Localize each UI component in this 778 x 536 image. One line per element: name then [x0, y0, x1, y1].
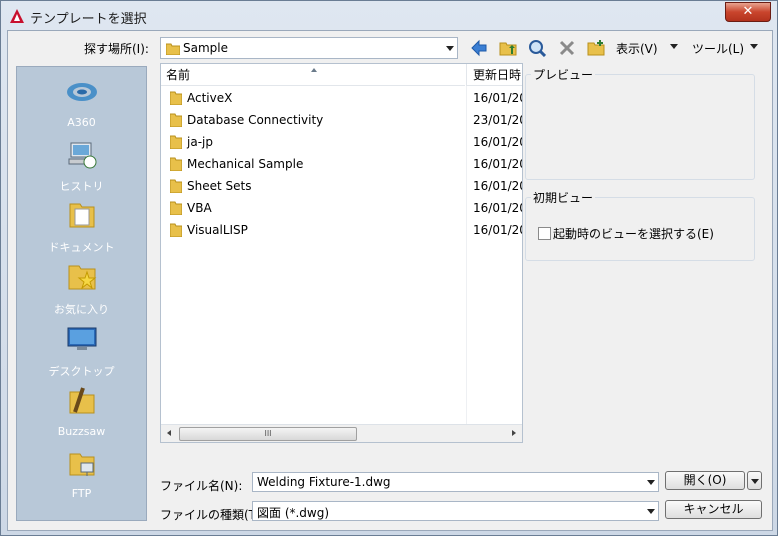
place-label: デスクトップ	[48, 365, 115, 378]
file-date: 16/01/20	[473, 135, 523, 149]
file-name: ActiveX	[187, 91, 233, 105]
preview-group	[525, 74, 755, 180]
file-row[interactable]: Sheet Sets 16/01/20	[161, 175, 522, 197]
file-date: 23/01/20	[473, 113, 523, 127]
look-in-label: 探す場所(I):	[84, 42, 149, 56]
a360-icon	[66, 83, 97, 101]
desktop-icon	[67, 327, 96, 350]
file-row[interactable]: Mechanical Sample 16/01/20	[161, 153, 522, 175]
chevron-down-icon	[751, 479, 759, 484]
look-in-value: Sample	[183, 41, 228, 55]
place-desktop[interactable]: デスクトップ	[17, 322, 146, 379]
sort-ascending-icon	[311, 68, 317, 72]
template-select-dialog: テンプレートを選択 ✕ 探す場所(I): Sample 表示(V) ツール(L)…	[0, 0, 778, 536]
file-date: 16/01/20	[473, 201, 523, 215]
scroll-right-icon[interactable]	[512, 430, 516, 436]
file-date: 16/01/20	[473, 179, 523, 193]
folder-icon	[170, 179, 182, 193]
ftp-icon	[69, 453, 94, 476]
folder-icon	[170, 223, 182, 237]
place-label: ドキュメント	[48, 241, 115, 254]
history-icon	[68, 142, 96, 169]
file-name: VisualLISP	[187, 223, 248, 237]
file-row[interactable]: ActiveX 16/01/20	[161, 87, 522, 109]
file-name: Mechanical Sample	[187, 157, 304, 171]
place-ftp[interactable]: FTP	[17, 446, 146, 500]
file-name: VBA	[187, 201, 212, 215]
initial-view-label: 初期ビュー	[531, 189, 596, 206]
preview-label: プレビュー	[531, 66, 596, 83]
file-date: 16/01/20	[473, 157, 523, 171]
folder-icon	[166, 43, 180, 55]
select-initial-view-label[interactable]: 起動時のビューを選択する(E)	[553, 225, 714, 242]
folder-icon	[170, 113, 182, 127]
up-folder-icon[interactable]	[499, 39, 517, 57]
file-type-value: 図面 (*.dwg)	[257, 506, 330, 520]
chevron-down-icon[interactable]	[446, 46, 454, 51]
place-a360[interactable]: A360	[17, 75, 146, 129]
views-dropdown-arrow-icon[interactable]	[670, 44, 678, 49]
back-arrow-icon[interactable]	[470, 39, 488, 57]
place-label: ヒストリ	[59, 180, 104, 193]
column-date-label: 更新日時	[473, 68, 522, 82]
file-name: Sheet Sets	[187, 179, 252, 193]
file-row[interactable]: Database Connectivity 23/01/20	[161, 109, 522, 131]
autocad-app-icon	[10, 9, 24, 23]
views-menu[interactable]: 表示(V)	[616, 40, 658, 57]
scroll-left-icon[interactable]	[167, 430, 171, 436]
folder-icon	[170, 91, 182, 105]
favorites-icon	[68, 265, 96, 290]
folder-icon	[170, 157, 182, 171]
file-name: Database Connectivity	[187, 113, 324, 127]
cancel-button[interactable]: キャンセル	[665, 500, 762, 519]
file-list: 名前 更新日時 ActiveX 16/01/20 Database Connec…	[160, 63, 523, 443]
folder-icon	[170, 201, 182, 215]
file-row[interactable]: VBA 16/01/20	[161, 197, 522, 219]
column-header-date[interactable]: 更新日時	[466, 64, 522, 86]
chevron-down-icon[interactable]	[647, 509, 655, 514]
buzzsaw-icon	[69, 387, 94, 414]
search-web-icon[interactable]	[528, 39, 546, 57]
place-buzzsaw[interactable]: Buzzsaw	[17, 384, 146, 438]
places-bar: A360 ヒストリ ドキュメント お気に入り デスクトップ Buzzsaw FT…	[16, 66, 147, 521]
file-type-label: ファイルの種類(T):	[160, 508, 265, 522]
column-name-label: 名前	[166, 68, 191, 82]
delete-icon[interactable]	[558, 39, 576, 57]
column-header-name[interactable]: 名前	[161, 64, 465, 86]
place-label: A360	[67, 116, 96, 129]
horizontal-scrollbar[interactable]: III	[161, 424, 522, 442]
place-history[interactable]: ヒストリ	[17, 137, 146, 194]
file-type-select[interactable]: 図面 (*.dwg)	[252, 501, 659, 521]
window-title: テンプレートを選択	[30, 12, 147, 27]
folder-icon	[170, 135, 182, 149]
dialog-body: 探す場所(I): Sample 表示(V) ツール(L) A360 ヒストリ ド…	[7, 30, 773, 531]
file-name-input[interactable]: Welding Fixture-1.dwg	[252, 472, 659, 492]
select-initial-view-checkbox[interactable]	[538, 227, 551, 240]
file-row[interactable]: VisualLISP 16/01/20	[161, 219, 522, 241]
chevron-down-icon[interactable]	[647, 480, 655, 485]
file-name-value: Welding Fixture-1.dwg	[257, 475, 391, 489]
file-row[interactable]: ja-jp 16/01/20	[161, 131, 522, 153]
place-label: FTP	[71, 487, 92, 500]
title-bar: テンプレートを選択 ✕	[1, 1, 777, 31]
tools-dropdown-arrow-icon[interactable]	[750, 44, 758, 49]
open-options-button[interactable]	[747, 471, 762, 490]
file-name: ja-jp	[187, 135, 213, 149]
place-favorites[interactable]: お気に入り	[17, 260, 146, 317]
look-in-combo[interactable]: Sample	[160, 37, 458, 59]
tools-menu[interactable]: ツール(L)	[692, 40, 744, 57]
close-button[interactable]: ✕	[725, 2, 771, 22]
place-documents[interactable]: ドキュメント	[17, 198, 146, 255]
open-button[interactable]: 開く(O)	[665, 471, 745, 490]
file-date: 16/01/20	[473, 91, 523, 105]
file-date: 16/01/20	[473, 223, 523, 237]
file-name-label: ファイル名(N):	[160, 479, 243, 493]
place-label: Buzzsaw	[57, 425, 106, 438]
scroll-thumb[interactable]: III	[179, 427, 357, 441]
new-folder-icon[interactable]	[587, 39, 605, 57]
place-label: お気に入り	[54, 303, 109, 316]
documents-icon	[69, 203, 94, 228]
